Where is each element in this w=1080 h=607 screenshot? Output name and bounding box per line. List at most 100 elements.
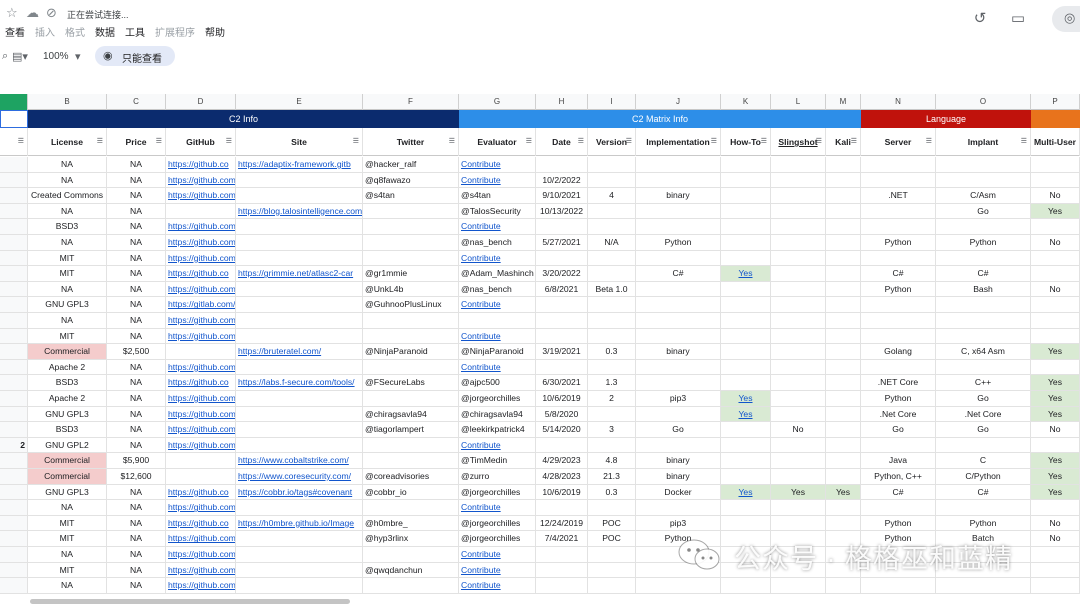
row-number[interactable]	[0, 453, 28, 469]
cell-github[interactable]: https://github.com/theshadowboxers/bunra…	[166, 359, 236, 376]
cell-evaluator[interactable]: Contribute	[459, 297, 536, 313]
row-number[interactable]	[0, 547, 28, 563]
row-number[interactable]	[0, 344, 28, 360]
filter-icon[interactable]: ☰	[851, 128, 857, 156]
column-letter-l[interactable]: L	[771, 94, 826, 110]
column-letter-k[interactable]: K	[721, 94, 771, 110]
selected-cell-a1[interactable]	[0, 110, 28, 128]
menu-format[interactable]: 格式	[60, 22, 90, 40]
cell-evaluator[interactable]: Contribute	[459, 328, 536, 345]
cell-site[interactable]: https://www.coresecurity.com/	[236, 469, 363, 485]
row-number[interactable]	[0, 375, 28, 391]
cell-github[interactable]: https://github.com/3xpl01tc0d3r/Callidus	[166, 406, 236, 423]
column-letter-e[interactable]: E	[236, 94, 363, 110]
history-icon[interactable]: ↺	[969, 8, 991, 30]
star-icon[interactable]: ☆	[6, 5, 18, 21]
cell-github[interactable]: https://github.com/NYAN-x-CAT/AsyncRAT-C…	[166, 250, 236, 267]
row-number[interactable]	[0, 188, 28, 204]
cell-github[interactable]: https://github.co	[166, 266, 236, 282]
menu-insert[interactable]: 插入	[30, 22, 60, 40]
cell-github[interactable]: https://github.com/matt-culbert/CloakNDa…	[166, 437, 236, 454]
cell-evaluator[interactable]: Contribute	[459, 437, 536, 454]
filter-icon[interactable]: ☰	[578, 128, 584, 156]
filter-cell-a[interactable]: ☰	[0, 128, 28, 156]
menu-help[interactable]: 帮助	[200, 22, 230, 40]
row-number[interactable]	[0, 422, 28, 438]
search-icon[interactable]: ⌕	[2, 50, 8, 63]
row-number[interactable]	[0, 203, 28, 220]
row-number[interactable]	[0, 469, 28, 485]
cell-evaluator[interactable]: Contribute	[459, 219, 536, 235]
row-number[interactable]	[0, 484, 28, 501]
cell-github[interactable]: https://github.com/UnkL4b/BabyShark	[166, 281, 236, 298]
cell-how-to[interactable]: Yes	[721, 266, 771, 282]
cell-evaluator[interactable]: Contribute	[459, 500, 536, 516]
cell-github[interactable]: https://github.co	[166, 484, 236, 501]
row-number[interactable]	[0, 500, 28, 516]
column-letter-i[interactable]: I	[588, 94, 636, 110]
row-number[interactable]	[0, 391, 28, 407]
zoom-select[interactable]: 100%	[43, 51, 69, 62]
menu-data[interactable]: 数据	[90, 22, 120, 40]
row-number[interactable]	[0, 515, 28, 532]
row-number[interactable]	[0, 266, 28, 282]
filter-icon[interactable]: ☰	[526, 128, 532, 156]
select-all-corner[interactable]	[0, 94, 28, 110]
column-letter-o[interactable]: O	[936, 94, 1031, 110]
filter-icon[interactable]: ☰	[353, 128, 359, 156]
filter-icon[interactable]: ☰	[926, 128, 932, 156]
cell-site[interactable]: https://blog.talosintelligence.com/2022/…	[236, 203, 363, 220]
cell-github[interactable]: https://github.com/qwqdanchun/DcRat	[166, 562, 236, 579]
column-letter-f[interactable]: F	[363, 94, 459, 110]
cell-github[interactable]: https://github.com/crawl3r/DaaC2	[166, 500, 236, 516]
print-icon[interactable]: ▤▾	[12, 50, 28, 63]
cell-site[interactable]: https://grimmie.net/atlasc2-car	[236, 266, 363, 282]
cell-how-to[interactable]: Yes	[721, 484, 771, 501]
column-letter-j[interactable]: J	[636, 94, 721, 110]
cell-github[interactable]: https://github.com/smokeme/airstrike	[166, 172, 236, 189]
filter-icon[interactable]: ☰	[1021, 128, 1027, 156]
column-letter-m[interactable]: M	[826, 94, 861, 110]
row-number[interactable]	[0, 297, 28, 313]
cell-site[interactable]: https://bruteratel.com/	[236, 344, 363, 360]
cell-github[interactable]: https://github.com/loseys/BlackMamba	[166, 328, 236, 345]
row-number[interactable]	[0, 562, 28, 579]
cell-github[interactable]: https://github.co	[166, 157, 236, 173]
chevron-down-icon[interactable]: ▾	[75, 50, 81, 63]
cell-evaluator[interactable]: Contribute	[459, 547, 536, 563]
row-number[interactable]	[0, 578, 28, 594]
row-number[interactable]	[0, 359, 28, 376]
share-button[interactable]: ◎	[1052, 6, 1080, 32]
menu-tools[interactable]: 工具	[120, 22, 150, 40]
row-number[interactable]	[0, 219, 28, 235]
cell-site[interactable]: https://labs.f-secure.com/tools/	[236, 375, 363, 391]
column-letter-b[interactable]: B	[28, 94, 107, 110]
menu-view[interactable]: 查看	[0, 22, 30, 40]
row-number[interactable]	[0, 328, 28, 345]
horizontal-scrollbar[interactable]	[30, 599, 350, 604]
column-letter-h[interactable]: H	[536, 94, 588, 110]
column-letter-g[interactable]: G	[459, 94, 536, 110]
cell-site[interactable]: https://cobbr.io/tags#covenant	[236, 484, 363, 501]
cell-github[interactable]: https://github.co	[166, 515, 236, 532]
cell-evaluator[interactable]: Contribute	[459, 250, 536, 267]
filter-icon[interactable]: ☰	[156, 128, 162, 156]
filter-icon[interactable]: ☰	[97, 128, 103, 156]
column-letter-c[interactable]: C	[107, 94, 166, 110]
filter-icon[interactable]: ☰	[711, 128, 717, 156]
filter-icon[interactable]: ☰	[626, 128, 632, 156]
filter-icon[interactable]: ☰	[449, 128, 455, 156]
row-number[interactable]	[0, 281, 28, 298]
cell-github[interactable]: https://github.com/3NailsInfoSec/DCVC2	[166, 578, 236, 594]
video-meet-icon[interactable]: ▭	[1007, 8, 1029, 30]
row-number[interactable]	[0, 313, 28, 329]
cell-evaluator[interactable]: Contribute	[459, 172, 536, 189]
cell-evaluator[interactable]: Contribute	[459, 157, 536, 173]
row-number[interactable]	[0, 531, 28, 547]
cell-github[interactable]: https://github.com/Leo4j/Amnesiac	[166, 219, 236, 235]
cell-github[interactable]: https://gitlab.com/KevinJClark/badrats	[166, 297, 236, 313]
column-letter-n[interactable]: N	[861, 94, 936, 110]
cell-github[interactable]: https://github.com/mitre/caldera	[166, 391, 236, 407]
cell-github[interactable]: https://github.com/hyp3rlinx/DarkFinger-…	[166, 531, 236, 547]
filter-icon[interactable]: ☰	[18, 128, 24, 156]
